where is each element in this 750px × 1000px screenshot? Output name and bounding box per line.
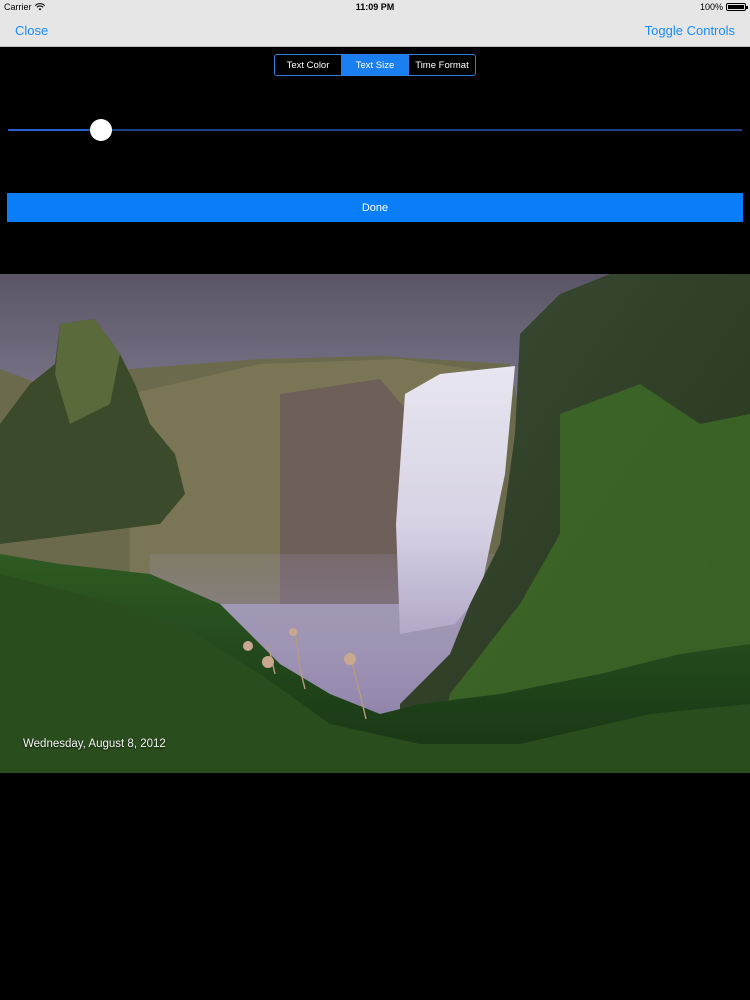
status-bar: Carrier 11:09 PM 100%	[0, 0, 750, 14]
slider-fill	[8, 129, 101, 131]
slider-track	[8, 129, 742, 131]
battery-percent: 100%	[699, 2, 723, 12]
segment-text-color[interactable]: Text Color	[275, 55, 342, 75]
photo-date-label: Wednesday, August 8, 2012	[23, 738, 166, 750]
done-button[interactable]: Done	[7, 193, 743, 222]
close-button[interactable]: Close	[15, 23, 48, 38]
status-right: 100%	[699, 2, 748, 12]
navigation-bar: Close Toggle Controls	[0, 14, 750, 47]
status-time: 11:09 PM	[355, 2, 395, 12]
segment-time-format[interactable]: Time Format	[409, 55, 475, 75]
segment-text-size[interactable]: Text Size	[342, 55, 409, 75]
settings-segmented-control: Text Color Text Size Time Format	[274, 54, 476, 76]
text-size-slider[interactable]	[8, 119, 742, 141]
slider-thumb[interactable]	[90, 119, 112, 141]
toggle-controls-button[interactable]: Toggle Controls	[645, 23, 735, 38]
waterfall-image	[0, 274, 750, 773]
waterfall-photo	[0, 274, 750, 773]
battery-icon	[726, 3, 748, 11]
